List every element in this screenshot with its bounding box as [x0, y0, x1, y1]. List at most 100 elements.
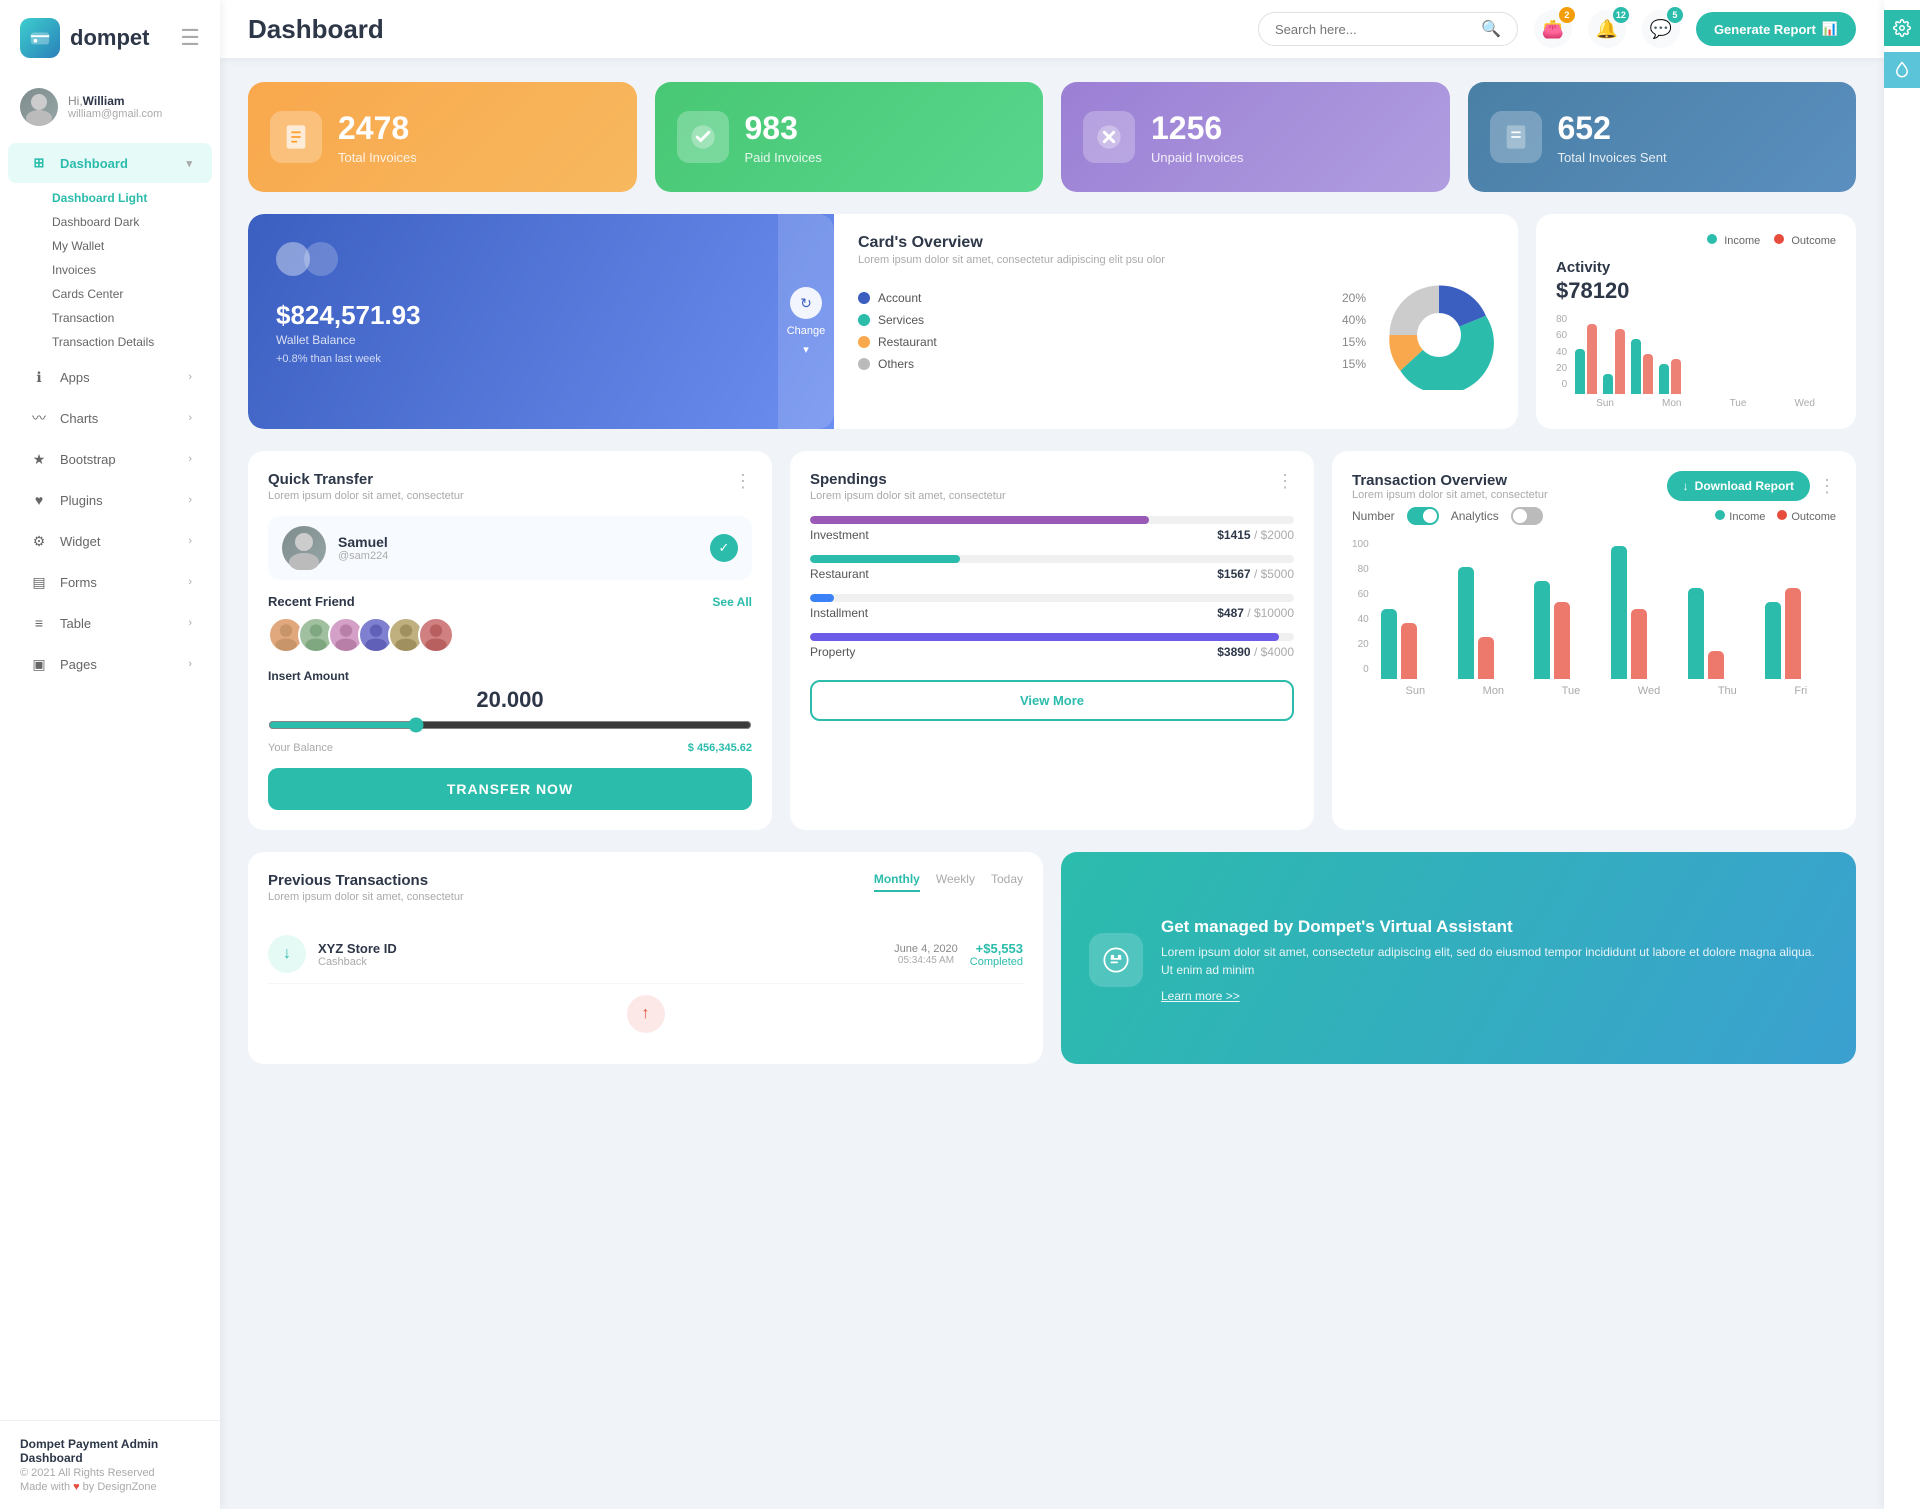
amount-slider[interactable]	[268, 717, 752, 733]
sidebar-item-label: Dashboard	[60, 156, 128, 171]
va-desc: Lorem ipsum dolor sit amet, consectetur …	[1161, 943, 1828, 979]
spending-name: Installment	[810, 606, 868, 620]
spendings-title: Spendings	[810, 471, 1006, 488]
tab-today[interactable]: Today	[991, 872, 1023, 892]
recent-label: Recent Friend	[268, 594, 355, 609]
activity-panel: Income Outcome Activity $78120 806040200	[1536, 214, 1856, 429]
user-info: Hi,William william@gmail.com	[68, 94, 162, 120]
submenu-my-wallet[interactable]: My Wallet	[44, 234, 220, 258]
toggle-knob	[1513, 509, 1527, 523]
transfer-now-button[interactable]: TRANSFER NOW	[268, 768, 752, 810]
stat-label: Total Invoices Sent	[1558, 150, 1667, 165]
stat-info: 1256 Unpaid Invoices	[1151, 110, 1244, 165]
friend-avatar-6[interactable]	[418, 617, 454, 653]
settings-button[interactable]	[1884, 10, 1920, 46]
bar-group-sun	[1381, 609, 1448, 679]
submenu-dashboard-dark[interactable]: Dashboard Dark	[44, 210, 220, 234]
sidebar-item-table[interactable]: ≡ Table ›	[8, 603, 212, 643]
menu-toggle[interactable]: ☰	[180, 25, 200, 51]
bar-group-mon	[1458, 567, 1525, 679]
wallet-icon-btn[interactable]: 👛 2	[1534, 10, 1572, 48]
trans-header: Transaction Overview Lorem ipsum dolor s…	[1352, 471, 1836, 501]
toggle-knob	[1423, 509, 1437, 523]
legend-item-services: Services 40%	[858, 313, 1366, 327]
stat-card-total-invoices: 2478 Total Invoices	[248, 82, 637, 192]
prev-trans-title: Previous Transactions	[268, 872, 464, 889]
stat-card-total-sent: 652 Total Invoices Sent	[1468, 82, 1857, 192]
wallet-change: +0.8% than last week	[276, 353, 806, 365]
number-toggle[interactable]	[1407, 507, 1439, 525]
page-title: Dashboard	[248, 14, 384, 45]
dashboard-submenu: Dashboard Light Dashboard Dark My Wallet…	[0, 184, 220, 356]
spendings-title-area: Spendings Lorem ipsum dolor sit amet, co…	[810, 471, 1006, 516]
stat-cards-grid: 2478 Total Invoices 983 Paid Invoices	[248, 82, 1856, 192]
menu-dots-icon[interactable]: ⋮	[734, 471, 752, 492]
submenu-transaction[interactable]: Transaction	[44, 306, 220, 330]
sidebar-item-charts[interactable]: 〰 Charts ›	[8, 398, 212, 438]
generate-report-label: Generate Report	[1714, 22, 1816, 37]
generate-report-button[interactable]: Generate Report 📊	[1696, 12, 1856, 46]
legend-outcome: Outcome	[1777, 510, 1836, 523]
outcome-bar	[1708, 651, 1724, 679]
legend-label: Account	[878, 291, 921, 305]
bell-icon-btn[interactable]: 🔔 12	[1588, 10, 1626, 48]
trans-title-area: Transaction Overview Lorem ipsum dolor s…	[1352, 472, 1548, 501]
sidebar-item-pages[interactable]: ▣ Pages ›	[8, 644, 212, 684]
water-button[interactable]	[1884, 52, 1920, 88]
submenu-invoices[interactable]: Invoices	[44, 258, 220, 282]
sidebar-item-forms[interactable]: ▤ Forms ›	[8, 562, 212, 602]
see-all-link[interactable]: See All	[712, 595, 752, 609]
income-bar	[1603, 374, 1613, 394]
menu-dots-icon[interactable]: ⋮	[1276, 471, 1294, 492]
trans-icon-2: ↑	[627, 995, 665, 1033]
chevron-right-icon: ›	[188, 453, 192, 465]
sidebar-item-label: Bootstrap	[60, 452, 116, 467]
menu-dots-icon[interactable]: ⋮	[1818, 476, 1836, 497]
progress-bar-investment	[810, 516, 1294, 524]
outcome-bar	[1401, 623, 1417, 679]
legend-pct: 15%	[1342, 357, 1366, 371]
view-more-button[interactable]: View More	[810, 680, 1294, 721]
card-overview-panel: $824,571.93 Wallet Balance +0.8% than la…	[248, 214, 1518, 429]
bar-group-wed	[1659, 359, 1681, 394]
sidebar-footer: Dompet Payment Admin Dashboard © 2021 Al…	[0, 1420, 220, 1509]
outcome-bar	[1554, 602, 1570, 679]
download-report-button[interactable]: ↓ Download Report	[1667, 471, 1810, 501]
analytics-toggle[interactable]	[1511, 507, 1543, 525]
sidebar-item-bootstrap[interactable]: ★ Bootstrap ›	[8, 439, 212, 479]
panel-header: Quick Transfer Lorem ipsum dolor sit ame…	[268, 471, 752, 516]
wallet-circle-right	[304, 242, 338, 276]
legend-outcome: Outcome	[1774, 234, 1836, 247]
check-icon: ✓	[710, 534, 738, 562]
sidebar-item-label: Apps	[60, 370, 90, 385]
change-button[interactable]: ↻ Change ▾	[778, 214, 834, 429]
chevron-right-icon: ›	[188, 576, 192, 588]
progress-bar-property	[810, 633, 1294, 641]
balance-row: Your Balance $ 456,345.62	[268, 742, 752, 754]
search-input[interactable]	[1275, 22, 1473, 37]
dashboard-content: 2478 Total Invoices 983 Paid Invoices	[220, 58, 1884, 1509]
sidebar-item-apps[interactable]: ℹ Apps ›	[8, 357, 212, 397]
spending-info: Investment $1415 / $2000	[810, 528, 1294, 542]
download-icon: ↓	[1683, 479, 1689, 493]
tab-monthly[interactable]: Monthly	[874, 872, 920, 892]
legend-label: Others	[878, 357, 914, 371]
y-axis: 806040200	[1556, 314, 1567, 394]
submenu-cards-center[interactable]: Cards Center	[44, 282, 220, 306]
sidebar-item-widget[interactable]: ⚙ Widget ›	[8, 521, 212, 561]
heart-icon: ♥	[73, 1481, 80, 1493]
search-icon[interactable]: 🔍	[1481, 19, 1501, 39]
transfer-user-handle: @sam224	[338, 550, 388, 562]
spending-info: Installment $487 / $10000	[810, 606, 1294, 620]
sidebar-item-label: Pages	[60, 657, 97, 672]
footer-title: Dompet Payment Admin Dashboard	[20, 1437, 200, 1465]
forms-icon: ▤	[28, 571, 50, 593]
sidebar-item-dashboard[interactable]: ⊞ Dashboard ▾	[8, 143, 212, 183]
tab-weekly[interactable]: Weekly	[936, 872, 975, 892]
submenu-transaction-details[interactable]: Transaction Details	[44, 330, 220, 354]
submenu-dashboard-light[interactable]: Dashboard Light	[44, 186, 220, 210]
chat-icon-btn[interactable]: 💬 5	[1642, 10, 1680, 48]
sidebar-item-plugins[interactable]: ♥ Plugins ›	[8, 480, 212, 520]
va-learn-more-link[interactable]: Learn more >>	[1161, 989, 1828, 1003]
outcome-bar	[1615, 329, 1625, 394]
